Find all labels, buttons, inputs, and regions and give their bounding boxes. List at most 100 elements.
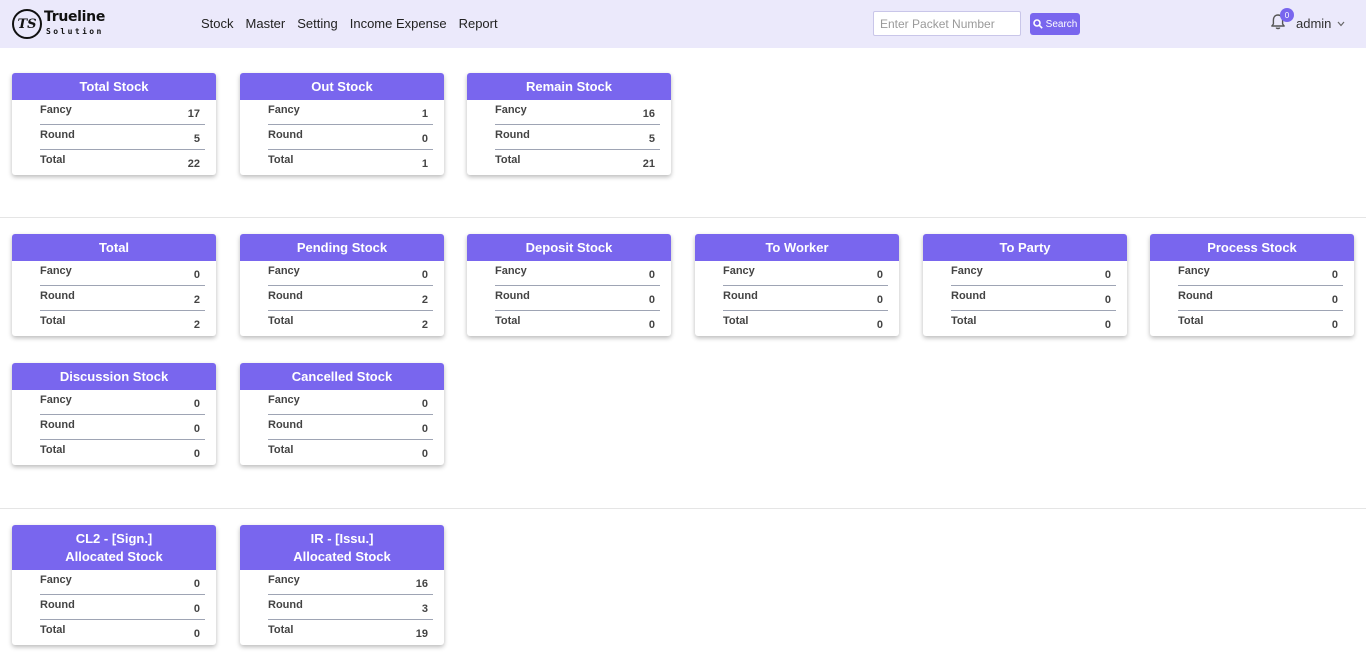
card-row-total: Total 0 <box>723 311 888 336</box>
row-value: 0 <box>193 269 200 281</box>
logo-mark: TS <box>12 9 42 39</box>
row-label: Round <box>1178 290 1213 302</box>
card-title-line2: Allocated Stock <box>65 549 163 564</box>
card-to-party: To Party Fancy 0 Round 0 Total 0 <box>923 234 1127 336</box>
row-value: 0 <box>421 423 428 435</box>
card-row-round: Round 2 <box>40 286 205 311</box>
card-row-total: Total 19 <box>268 620 433 645</box>
logo-name: Trueline <box>44 9 106 25</box>
nav-report[interactable]: Report <box>459 16 498 31</box>
card-row-round: Round 3 <box>268 595 433 620</box>
row-value: 0 <box>193 398 200 410</box>
row-label: Fancy <box>268 574 300 586</box>
row-label: Fancy <box>268 394 300 406</box>
card-title-line2: Allocated Stock <box>293 549 391 564</box>
card-deposit-stock: Deposit Stock Fancy 0 Round 0 Total 0 <box>467 234 671 336</box>
card-row-total: Total 0 <box>495 311 660 336</box>
row-label: Total <box>495 315 521 327</box>
packet-search-input[interactable] <box>873 11 1021 36</box>
row-value: 0 <box>193 423 200 435</box>
row-label: Round <box>268 599 303 611</box>
user-menu[interactable]: admin <box>1296 16 1345 31</box>
row-label: Total <box>40 154 66 166</box>
row-value: 5 <box>193 133 200 145</box>
row-value: 2 <box>193 319 200 331</box>
row-label: Total <box>268 154 294 166</box>
search-button[interactable]: Search <box>1030 13 1080 35</box>
card-row-round: Round 2 <box>268 286 433 311</box>
card-row-fancy: Fancy 0 <box>268 390 433 415</box>
nav-stock[interactable]: Stock <box>201 16 234 31</box>
card-title: IR - [Issu.] Allocated Stock <box>240 525 444 570</box>
card-title: Total Stock <box>12 73 216 100</box>
card-title: Remain Stock <box>467 73 671 100</box>
row-label: Fancy <box>495 104 527 116</box>
search-icon <box>1032 19 1043 29</box>
row-label: Round <box>495 129 530 141</box>
row-value: 0 <box>421 448 428 460</box>
card-title: To Worker <box>695 234 899 261</box>
card-row-total: Total 1 <box>268 150 433 175</box>
row-label: Fancy <box>495 265 527 277</box>
row-value: 1 <box>421 108 428 120</box>
card-title: Process Stock <box>1150 234 1354 261</box>
section-divider <box>0 508 1366 509</box>
row-value: 2 <box>421 294 428 306</box>
card-row-fancy: Fancy 0 <box>1178 261 1343 286</box>
nav-income-expense[interactable]: Income Expense <box>350 16 447 31</box>
card-title: Pending Stock <box>240 234 444 261</box>
row-label: Total <box>268 315 294 327</box>
brand-logo[interactable]: TS Trueline Solution <box>12 8 112 42</box>
row-value: 0 <box>1331 294 1338 306</box>
card-cl2-allocated-stock: CL2 - [Sign.] Allocated Stock Fancy 0 Rou… <box>12 525 216 645</box>
row-label: Total <box>1178 315 1204 327</box>
row-value: 17 <box>187 108 200 120</box>
card-row-fancy: Fancy 16 <box>495 100 660 125</box>
row-value: 0 <box>421 398 428 410</box>
search-button-label: Search <box>1045 18 1078 30</box>
card-pending-stock: Pending Stock Fancy 0 Round 2 Total 2 <box>240 234 444 336</box>
card-row-total: Total 0 <box>40 620 205 645</box>
row-label: Round <box>951 290 986 302</box>
card-row-round: Round 5 <box>495 125 660 150</box>
card-total: Total Fancy 0 Round 2 Total 2 <box>12 234 216 336</box>
row-label: Total <box>723 315 749 327</box>
card-row-total: Total 2 <box>268 311 433 336</box>
chevron-down-icon <box>1337 21 1345 26</box>
row-value: 16 <box>415 578 428 590</box>
card-row-round: Round 0 <box>40 595 205 620</box>
card-row-total: Total 0 <box>1178 311 1343 336</box>
row-value: 0 <box>648 294 655 306</box>
row-value: 19 <box>415 628 428 640</box>
card-row-total: Total 0 <box>40 440 205 465</box>
row-label: Fancy <box>40 394 72 406</box>
row-label: Fancy <box>40 574 72 586</box>
card-row-fancy: Fancy 0 <box>268 261 433 286</box>
card-row-fancy: Fancy 0 <box>40 390 205 415</box>
row-value: 0 <box>1104 269 1111 281</box>
row-label: Round <box>268 419 303 431</box>
card-title: Deposit Stock <box>467 234 671 261</box>
card-title: To Party <box>923 234 1127 261</box>
row-value: 0 <box>1331 269 1338 281</box>
row-value: 0 <box>193 448 200 460</box>
row-label: Total <box>40 315 66 327</box>
row-label: Fancy <box>40 104 72 116</box>
row-label: Fancy <box>40 265 72 277</box>
row-value: 0 <box>876 269 883 281</box>
card-row-fancy: Fancy 0 <box>495 261 660 286</box>
row-label: Fancy <box>1178 265 1210 277</box>
row-label: Total <box>40 624 66 636</box>
nav-master[interactable]: Master <box>246 16 286 31</box>
row-value: 2 <box>421 319 428 331</box>
nav-setting[interactable]: Setting <box>297 16 337 31</box>
card-title: Total <box>12 234 216 261</box>
row-value: 0 <box>876 294 883 306</box>
card-row-round: Round 0 <box>723 286 888 311</box>
row-value: 22 <box>187 158 200 170</box>
card-title: CL2 - [Sign.] Allocated Stock <box>12 525 216 570</box>
user-name: admin <box>1296 16 1332 31</box>
row-value: 0 <box>876 319 883 331</box>
row-label: Fancy <box>268 265 300 277</box>
row-label: Round <box>40 419 75 431</box>
